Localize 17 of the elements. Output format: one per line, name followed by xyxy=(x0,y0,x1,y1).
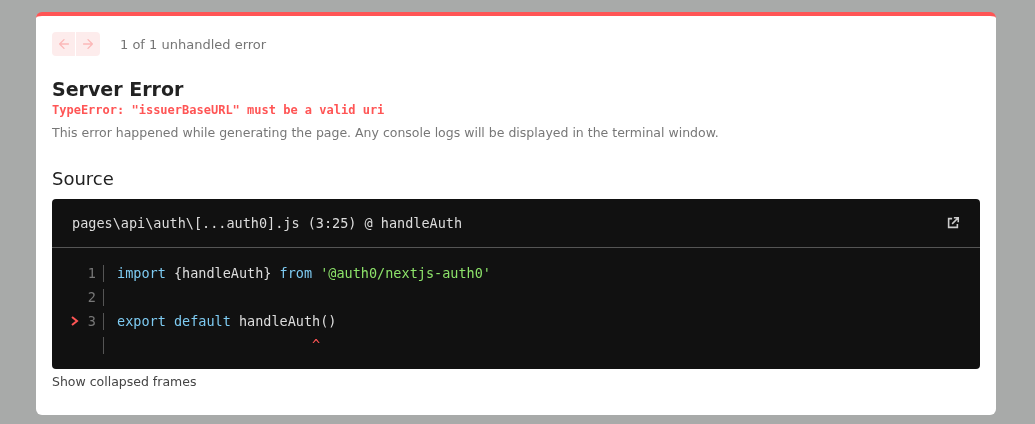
code-line: ^ xyxy=(311,337,321,353)
code-line: export default handleAuth() xyxy=(117,313,337,329)
error-counter: 1 of 1 unhandled error xyxy=(120,36,267,52)
chevron-icon xyxy=(71,316,79,326)
error-title: Server Error xyxy=(52,78,185,100)
line-number: 3 xyxy=(86,313,96,329)
file-location: pages\api\auth\[...auth0].js (3:25) @ handleAuth xyxy=(72,215,463,231)
arrow-icon xyxy=(81,37,95,51)
error-message: TypeError: "issuerBaseURL" must be a valid uri xyxy=(52,103,386,117)
error-description: This error happened while generating the page. Any console logs will be displayed in the terminal window. xyxy=(52,125,720,140)
show-collapsed-frames-link[interactable]: Show collapsed frames xyxy=(52,374,197,389)
arrow-icon xyxy=(56,37,71,51)
code-line: import {handleAuth} from '@auth0/nextjs-auth0' xyxy=(117,265,491,281)
section-heading: Source xyxy=(52,168,115,189)
line-number: 2 xyxy=(86,289,96,305)
external-link-icon[interactable] xyxy=(946,216,960,230)
line-number: 1 xyxy=(86,265,96,281)
